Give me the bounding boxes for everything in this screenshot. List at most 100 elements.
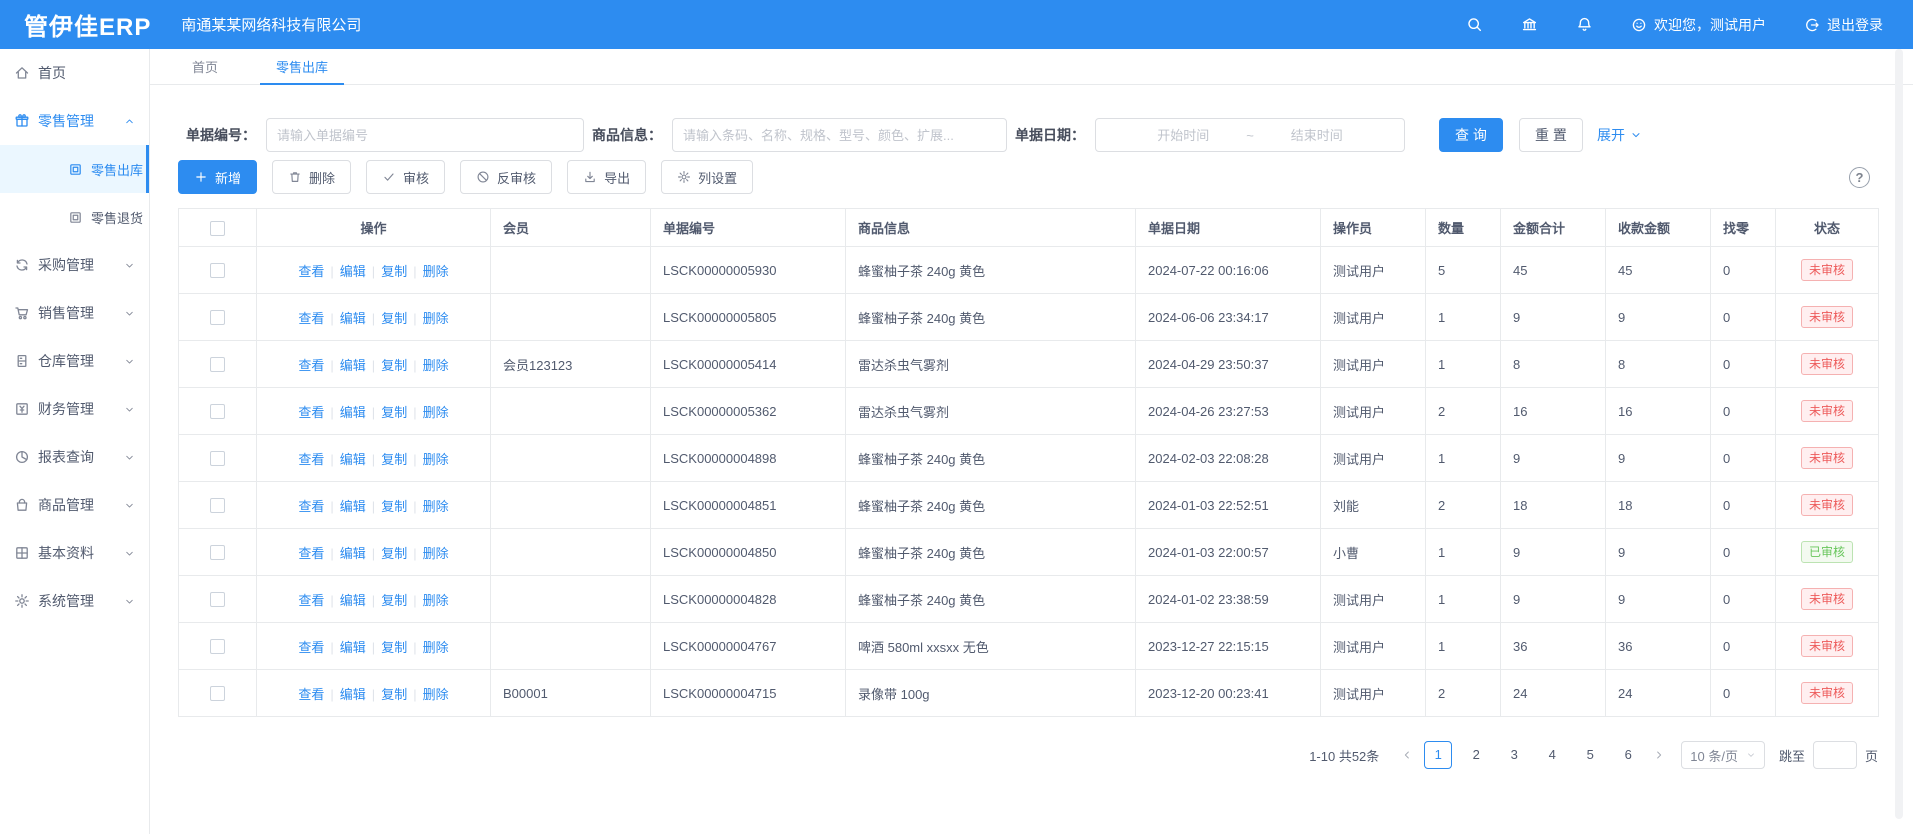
copy-link[interactable]: 复制 (381, 311, 407, 326)
jump-to-input[interactable] (1813, 741, 1857, 769)
reset-button[interactable]: 重 置 (1519, 118, 1583, 152)
product-info-input[interactable] (672, 118, 1007, 152)
row-checkbox[interactable] (210, 639, 225, 654)
row-checkbox[interactable] (210, 686, 225, 701)
delete-link[interactable]: 删除 (423, 593, 449, 608)
copy-link[interactable]: 复制 (381, 358, 407, 373)
sidebar-item-retail-outbound[interactable]: 零售出库 (0, 145, 149, 193)
cell-status: 未审核 (1776, 247, 1879, 294)
delete-link[interactable]: 删除 (423, 405, 449, 420)
sidebar-item-report-query[interactable]: 报表查询 (0, 433, 149, 481)
page-button-6[interactable]: 6 (1614, 741, 1642, 769)
edit-link[interactable]: 编辑 (340, 687, 366, 702)
row-checkbox[interactable] (210, 263, 225, 278)
delete-link[interactable]: 删除 (423, 264, 449, 279)
sidebar-item-purchase-management[interactable]: 采购管理 (0, 241, 149, 289)
row-checkbox[interactable] (210, 357, 225, 372)
view-link[interactable]: 查看 (298, 499, 324, 514)
page-button-3[interactable]: 3 (1500, 741, 1528, 769)
date-range-picker[interactable]: ~ (1095, 118, 1405, 152)
search-icon[interactable] (1466, 16, 1483, 33)
copy-link[interactable]: 复制 (381, 593, 407, 608)
copy-link[interactable]: 复制 (381, 499, 407, 514)
select-all-checkbox[interactable] (210, 221, 225, 236)
help-icon[interactable]: ? (1849, 167, 1870, 188)
page-button-5[interactable]: 5 (1576, 741, 1604, 769)
prev-page-button[interactable] (1401, 749, 1413, 761)
view-link[interactable]: 查看 (298, 546, 324, 561)
delete-link[interactable]: 删除 (423, 546, 449, 561)
view-link[interactable]: 查看 (298, 311, 324, 326)
sidebar-item-goods-management[interactable]: 商品管理 (0, 481, 149, 529)
page-button-2[interactable]: 2 (1462, 741, 1490, 769)
sidebar-item-finance-management[interactable]: 财务管理 (0, 385, 149, 433)
export-button[interactable]: 导出 (567, 160, 646, 194)
bank-icon[interactable] (1521, 16, 1538, 33)
sidebar-item-system-management[interactable]: 系统管理 (0, 577, 149, 625)
welcome-user[interactable]: 欢迎您，测试用户 (1631, 15, 1766, 35)
tab-home[interactable]: 首页 (176, 49, 234, 84)
delete-link[interactable]: 删除 (423, 452, 449, 467)
view-link[interactable]: 查看 (298, 593, 324, 608)
sidebar-item-basic-data[interactable]: 基本资料 (0, 529, 149, 577)
delete-link[interactable]: 删除 (423, 499, 449, 514)
delete-link[interactable]: 删除 (423, 311, 449, 326)
row-checkbox[interactable] (210, 545, 225, 560)
edit-link[interactable]: 编辑 (340, 499, 366, 514)
column-settings-button[interactable]: 列设置 (661, 160, 753, 194)
bell-icon[interactable] (1576, 16, 1593, 33)
delete-link[interactable]: 删除 (423, 640, 449, 655)
edit-link[interactable]: 编辑 (340, 264, 366, 279)
delete-button[interactable]: 删除 (272, 160, 351, 194)
bill-no-input[interactable] (266, 118, 584, 152)
copy-link[interactable]: 复制 (381, 264, 407, 279)
expand-filters-link[interactable]: 展开 (1597, 125, 1642, 145)
sidebar-item-retail-return[interactable]: 零售退货 (0, 193, 149, 241)
sidebar-item-sales-management[interactable]: 销售管理 (0, 289, 149, 337)
start-date-input[interactable] (1124, 128, 1242, 143)
edit-link[interactable]: 编辑 (340, 405, 366, 420)
row-checkbox[interactable] (210, 498, 225, 513)
edit-link[interactable]: 编辑 (340, 546, 366, 561)
sidebar-item-warehouse-management[interactable]: 仓库管理 (0, 337, 149, 385)
audit-button[interactable]: 审核 (366, 160, 445, 194)
next-page-button[interactable] (1653, 749, 1665, 761)
edit-link[interactable]: 编辑 (340, 452, 366, 467)
copy-link[interactable]: 复制 (381, 687, 407, 702)
search-button[interactable]: 查 询 (1439, 118, 1503, 152)
view-link[interactable]: 查看 (298, 687, 324, 702)
scrollbar[interactable] (1895, 49, 1903, 819)
row-checkbox[interactable] (210, 310, 225, 325)
tab-retail-outbound[interactable]: 零售出库 (260, 49, 344, 84)
copy-link[interactable]: 复制 (381, 452, 407, 467)
add-button[interactable]: 新增 (178, 160, 257, 194)
end-date-input[interactable] (1258, 128, 1376, 143)
sidebar-item-home[interactable]: 首页 (0, 49, 149, 97)
page-size-select[interactable]: 10 条/页 (1681, 741, 1765, 769)
view-link[interactable]: 查看 (298, 405, 324, 420)
unaudit-button[interactable]: 反审核 (460, 160, 552, 194)
view-link[interactable]: 查看 (298, 640, 324, 655)
delete-link[interactable]: 删除 (423, 687, 449, 702)
edit-link[interactable]: 编辑 (340, 311, 366, 326)
edit-link[interactable]: 编辑 (340, 593, 366, 608)
copy-link[interactable]: 复制 (381, 640, 407, 655)
edit-link[interactable]: 编辑 (340, 640, 366, 655)
copy-link[interactable]: 复制 (381, 405, 407, 420)
copy-link[interactable]: 复制 (381, 546, 407, 561)
view-link[interactable]: 查看 (298, 358, 324, 373)
page-button-1[interactable]: 1 (1424, 741, 1452, 769)
cell-status: 未审核 (1776, 435, 1879, 482)
view-link[interactable]: 查看 (298, 452, 324, 467)
edit-link[interactable]: 编辑 (340, 358, 366, 373)
cell-bill-no: LSCK00000005414 (651, 341, 846, 388)
row-checkbox[interactable] (210, 404, 225, 419)
logout-button[interactable]: 退出登录 (1804, 15, 1883, 35)
delete-link[interactable]: 删除 (423, 358, 449, 373)
row-checkbox[interactable] (210, 451, 225, 466)
row-checkbox[interactable] (210, 592, 225, 607)
view-link[interactable]: 查看 (298, 264, 324, 279)
cell-change: 0 (1711, 294, 1776, 341)
page-button-4[interactable]: 4 (1538, 741, 1566, 769)
sidebar-item-retail-management[interactable]: 零售管理 (0, 97, 149, 145)
